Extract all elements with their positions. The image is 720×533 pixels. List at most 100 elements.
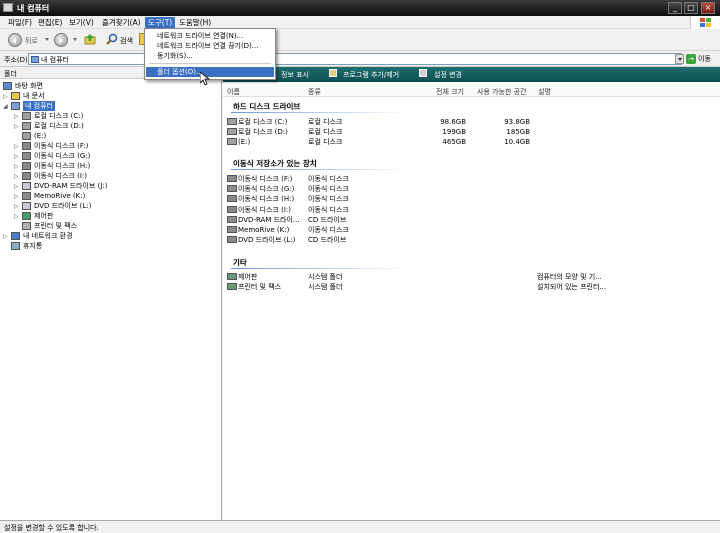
expand-icon[interactable]: ▷ — [14, 204, 19, 210]
tree-node-label: 바탕 화면 — [15, 82, 43, 90]
expand-icon[interactable]: ▷ — [14, 154, 19, 160]
tree-node-label: 이동식 디스크 (I:) — [34, 172, 87, 180]
search-icon[interactable] — [106, 33, 118, 45]
file-row[interactable]: DVD 드라이브 (L:) CD 드라이브 — [223, 235, 720, 245]
system-folder-icon — [227, 283, 237, 291]
tree-node[interactable]: ▷ DVD-RAM 드라이브 (J:) — [0, 181, 222, 191]
group-title: 하드 디스크 드라이브 — [233, 102, 301, 111]
menu-folder-options[interactable]: 폴더 옵션(O)... — [146, 67, 274, 77]
tree-node[interactable]: ◢ 내 컴퓨터 — [0, 101, 222, 111]
menu-favorites[interactable]: 즐겨찾기(A) — [99, 17, 144, 28]
file-row[interactable]: 이동식 디스크 (I:) 이동식 디스크 — [223, 205, 720, 215]
group-title: 이동식 저장소가 있는 장치 — [233, 159, 317, 168]
tree-node[interactable]: 휴지통 — [0, 241, 222, 251]
file-row[interactable]: (E:) 로컬 디스크 465GB 10.4GB — [223, 137, 720, 147]
tree-node[interactable]: 바탕 화면 — [0, 81, 222, 91]
file-row[interactable]: 로컬 디스크 (C:) 로컬 디스크 98.6GB 93.8GB — [223, 117, 720, 127]
col-description[interactable]: 설명 — [538, 87, 551, 97]
expand-icon[interactable]: ▷ — [3, 234, 8, 240]
tree-node-label: 내 네트워크 환경 — [23, 232, 73, 240]
tree-node[interactable]: ▷ 이동식 디스크 (G:) — [0, 151, 222, 161]
search-label[interactable]: 검색 — [120, 36, 133, 46]
close-button[interactable]: × — [701, 2, 715, 14]
menu-edit[interactable]: 편집(E) — [35, 17, 65, 28]
go-arrow-icon: → — [686, 54, 696, 64]
file-row[interactable]: 이동식 디스크 (G:) 이동식 디스크 — [223, 184, 720, 194]
up-folder-icon[interactable] — [84, 33, 96, 45]
file-row[interactable]: 로컬 디스크 (D:) 로컬 디스크 199GB 185GB — [223, 127, 720, 137]
menu-tools[interactable]: 도구(T) — [145, 17, 176, 28]
task-change-settings[interactable]: 설정 변경 — [434, 70, 462, 80]
computer-icon — [31, 56, 39, 63]
col-name[interactable]: 이름 — [227, 87, 240, 97]
col-free-space[interactable]: 사용 가능한 공간 — [477, 87, 527, 97]
cell-name: 이동식 디스크 (H:) — [238, 195, 295, 204]
tree-node[interactable]: ▷ DVD 드라이브 (L:) — [0, 201, 222, 211]
task-show-info[interactable]: 정보 표시 — [281, 70, 309, 80]
tree-node[interactable]: ▷ 내 문서 — [0, 91, 222, 101]
menu-help[interactable]: 도움말(H) — [176, 17, 214, 28]
tree-node[interactable]: ▷ 제어판 — [0, 211, 222, 221]
tree-node[interactable]: ▷ 내 네트워크 환경 — [0, 231, 222, 241]
tree-node[interactable]: ▷ 이동식 디스크 (I:) — [0, 171, 222, 181]
expand-icon[interactable]: ▷ — [14, 164, 19, 170]
expand-icon[interactable]: ▷ — [14, 144, 19, 150]
tree-node[interactable]: ▷ 로컬 디스크 (D:) — [0, 121, 222, 131]
file-row[interactable]: MemoRive (K:) 이동식 디스크 — [223, 225, 720, 235]
tree-node-label: MemoRive (K:) — [34, 192, 86, 200]
list-header: 이름 종류 전체 크기 사용 가능한 공간 설명 — [223, 86, 720, 97]
expand-icon[interactable]: ▷ — [3, 94, 8, 100]
menu-synchronize[interactable]: 동기화(S)... — [146, 51, 274, 61]
menu-disconnect-network-drive[interactable]: 네트워크 드라이브 연결 끊기(D)... — [146, 41, 274, 51]
window-title: 내 컴퓨터 — [17, 4, 50, 13]
address-dropdown-button[interactable] — [675, 54, 684, 64]
forward-dropdown-arrow-icon[interactable] — [73, 38, 77, 41]
menu-view[interactable]: 보기(V) — [66, 17, 97, 28]
collapse-icon[interactable]: ◢ — [3, 104, 8, 110]
tree-node[interactable]: ▷ 이동식 디스크 (H:) — [0, 161, 222, 171]
tree-node-label: DVD 드라이브 (L:) — [34, 202, 92, 210]
expand-icon[interactable]: ▷ — [14, 114, 19, 120]
drive-icon — [227, 205, 237, 213]
printer-icon — [22, 222, 31, 230]
expand-icon[interactable]: ▷ — [14, 214, 19, 220]
back-button[interactable] — [8, 33, 22, 47]
tree-node[interactable]: ▷ 로컬 디스크 (C:) — [0, 111, 222, 121]
forward-button[interactable] — [54, 33, 68, 47]
cell-name: MemoRive (K:) — [238, 226, 290, 234]
menu-map-network-drive[interactable]: 네트워크 드라이브 연결(N)... — [146, 31, 274, 41]
tree-node-label: 로컬 디스크 (D:) — [34, 122, 84, 130]
expand-icon[interactable]: ▷ — [14, 194, 19, 200]
file-row[interactable]: 프린터 및 팩스 시스템 폴더 설치되어 있는 프린터... — [223, 282, 720, 292]
cell-name: 로컬 디스크 (C:) — [238, 118, 288, 126]
task-add-remove-programs[interactable]: 프로그램 추가/제거 — [343, 70, 399, 80]
maximize-button[interactable]: □ — [684, 2, 698, 14]
expand-icon[interactable]: ▷ — [14, 124, 19, 130]
file-row[interactable]: 이동식 디스크 (H:) 이동식 디스크 — [223, 194, 720, 204]
expand-icon[interactable]: ▷ — [14, 184, 19, 190]
minimize-button[interactable]: _ — [668, 2, 682, 14]
drive-icon — [227, 236, 237, 244]
file-row[interactable]: 이동식 디스크 (F:) 이동식 디스크 — [223, 174, 720, 184]
removable-disk-icon — [22, 142, 31, 150]
go-label: 이동 — [698, 55, 711, 63]
go-button[interactable]: → 이동 — [686, 53, 718, 65]
tree-node-label: 내 문서 — [23, 92, 45, 100]
tree-node[interactable]: 프린터 및 팩스 — [0, 221, 222, 231]
tree-node[interactable]: (E:) — [0, 131, 222, 141]
drive-icon — [227, 138, 237, 146]
col-type[interactable]: 종류 — [308, 87, 321, 97]
file-row[interactable]: DVD-RAM 드라이... CD 드라이브 — [223, 215, 720, 225]
back-dropdown-arrow-icon[interactable] — [45, 38, 49, 41]
menu-file[interactable]: 파일(F) — [5, 17, 35, 28]
mouse-cursor-icon — [199, 71, 211, 86]
expand-icon[interactable]: ▷ — [14, 174, 19, 180]
file-row[interactable]: 제어판 시스템 폴더 컴퓨터의 모양 및 기... — [223, 272, 720, 282]
address-input[interactable]: 내 컴퓨터 — [28, 53, 682, 65]
tree-node[interactable]: ▷ 이동식 디스크 (F:) — [0, 141, 222, 151]
col-total-size[interactable]: 전체 크기 — [436, 87, 464, 97]
tree-node[interactable]: ▷ MemoRive (K:) — [0, 191, 222, 201]
computer-icon — [3, 3, 13, 12]
cell-type: 로컬 디스크 — [308, 138, 343, 147]
tools-dropdown-menu: 네트워크 드라이브 연결(N)... 네트워크 드라이브 연결 끊기(D)...… — [144, 28, 276, 80]
